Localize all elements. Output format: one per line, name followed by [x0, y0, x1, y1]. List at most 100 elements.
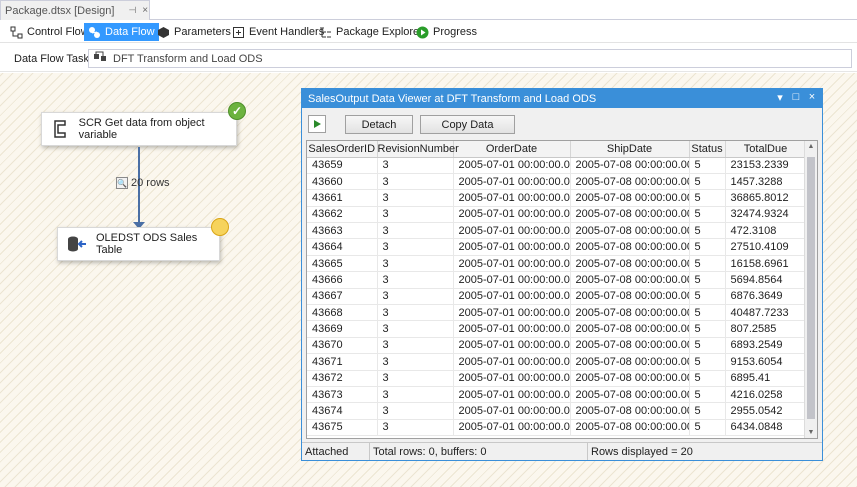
table-cell[interactable]: 2005-07-01 00:00:00.000 [453, 419, 571, 437]
table-cell[interactable]: 3 [377, 173, 454, 191]
data-grid[interactable]: SalesOrderID RevisionNumber OrderDate Sh… [306, 140, 818, 439]
table-cell[interactable]: 43668 [307, 304, 378, 322]
table-cell[interactable]: 5 [689, 288, 726, 306]
table-cell[interactable]: 2005-07-08 00:00:00.000 [570, 353, 690, 371]
table-cell[interactable]: 2005-07-08 00:00:00.000 [570, 419, 690, 437]
table-row[interactable]: 43671 3 2005-07-01 00:00:00.000 2005-07-08 … [307, 353, 807, 371]
table-cell[interactable]: 2005-07-08 00:00:00.000 [570, 386, 690, 404]
table-cell[interactable]: 3 [377, 353, 454, 371]
table-cell[interactable]: 2005-07-08 00:00:00.000 [570, 304, 690, 322]
table-cell[interactable]: 5 [689, 238, 726, 256]
document-tab[interactable]: Package.dtsx [Design] ⊣ × [0, 0, 150, 20]
table-cell[interactable]: 2005-07-08 00:00:00.000 [570, 320, 690, 338]
table-cell[interactable]: 2005-07-01 00:00:00.000 [453, 173, 571, 191]
table-row[interactable]: 43659 3 2005-07-01 00:00:00.000 2005-07-08 … [307, 157, 807, 174]
table-cell[interactable]: 2005-07-01 00:00:00.000 [453, 353, 571, 371]
table-cell[interactable]: 43662 [307, 206, 378, 224]
destination-component[interactable]: OLEDST ODS Sales Table [57, 227, 220, 261]
table-cell[interactable]: 43663 [307, 222, 378, 240]
table-cell[interactable]: 43665 [307, 255, 378, 273]
table-cell[interactable]: 43661 [307, 189, 378, 207]
table-cell[interactable]: 5 [689, 157, 726, 174]
table-cell[interactable]: 43674 [307, 402, 378, 420]
table-cell[interactable]: 43675 [307, 419, 378, 437]
table-cell[interactable]: 2005-07-01 00:00:00.000 [453, 320, 571, 338]
table-cell[interactable]: 5 [689, 370, 726, 387]
table-cell[interactable]: 43670 [307, 337, 378, 355]
table-cell[interactable]: 2005-07-08 00:00:00.000 [570, 238, 690, 256]
table-cell[interactable]: 6893.2549 [725, 337, 807, 355]
table-cell[interactable]: 2005-07-01 00:00:00.000 [453, 370, 571, 387]
table-cell[interactable]: 807.2585 [725, 320, 807, 338]
table-cell[interactable]: 43666 [307, 271, 378, 289]
column-header[interactable]: RevisionNumber [377, 141, 459, 158]
table-row[interactable]: 43673 3 2005-07-01 00:00:00.000 2005-07-08 … [307, 386, 807, 404]
maximize-icon[interactable]: □ [790, 91, 802, 104]
table-cell[interactable]: 32474.9324 [725, 206, 807, 224]
table-row[interactable]: 43672 3 2005-07-01 00:00:00.000 2005-07-08 … [307, 370, 807, 387]
scroll-thumb[interactable] [807, 157, 815, 419]
table-cell[interactable]: 2005-07-01 00:00:00.000 [453, 288, 571, 306]
tab-control-flow[interactable]: Control Flow [6, 23, 93, 41]
table-cell[interactable]: 6895.41 [725, 370, 807, 387]
table-cell[interactable]: 5 [689, 402, 726, 420]
table-cell[interactable]: 5 [689, 173, 726, 191]
table-cell[interactable]: 3 [377, 419, 454, 437]
table-cell[interactable]: 23153.2339 [725, 157, 807, 174]
table-cell[interactable]: 5 [689, 222, 726, 240]
column-header[interactable]: OrderDate [453, 141, 571, 158]
table-cell[interactable]: 2005-07-01 00:00:00.000 [453, 222, 571, 240]
table-cell[interactable]: 2005-07-08 00:00:00.000 [570, 173, 690, 191]
table-row[interactable]: 43663 3 2005-07-01 00:00:00.000 2005-07-08 … [307, 222, 807, 240]
table-cell[interactable]: 43660 [307, 173, 378, 191]
table-cell[interactable]: 2005-07-08 00:00:00.000 [570, 337, 690, 355]
table-cell[interactable]: 43671 [307, 353, 378, 371]
table-cell[interactable]: 5 [689, 353, 726, 371]
column-header[interactable]: ShipDate [570, 141, 690, 158]
table-cell[interactable]: 3 [377, 189, 454, 207]
table-cell[interactable]: 2955.0542 [725, 402, 807, 420]
source-component[interactable]: SCR Get data from object variable [41, 112, 237, 146]
table-cell[interactable]: 9153.6054 [725, 353, 807, 371]
table-cell[interactable]: 2005-07-01 00:00:00.000 [453, 386, 571, 404]
table-cell[interactable]: 43672 [307, 370, 378, 387]
table-cell[interactable]: 2005-07-01 00:00:00.000 [453, 157, 571, 174]
table-cell[interactable]: 3 [377, 238, 454, 256]
table-cell[interactable]: 1457.3288 [725, 173, 807, 191]
table-cell[interactable]: 2005-07-01 00:00:00.000 [453, 271, 571, 289]
data-flow-task-select[interactable]: DFT Transform and Load ODS [88, 49, 852, 68]
table-cell[interactable]: 3 [377, 386, 454, 404]
table-cell[interactable]: 2005-07-08 00:00:00.000 [570, 189, 690, 207]
table-cell[interactable]: 2005-07-08 00:00:00.000 [570, 288, 690, 306]
table-cell[interactable]: 6434.0848 [725, 419, 807, 437]
table-row[interactable]: 43660 3 2005-07-01 00:00:00.000 2005-07-08 … [307, 173, 807, 191]
table-cell[interactable]: 2005-07-01 00:00:00.000 [453, 238, 571, 256]
table-cell[interactable]: 5 [689, 206, 726, 224]
tab-data-flow[interactable]: Data Flow [84, 23, 159, 41]
table-row[interactable]: 43667 3 2005-07-01 00:00:00.000 2005-07-08 … [307, 288, 807, 306]
column-header[interactable]: Status [689, 141, 726, 158]
table-cell[interactable]: 5 [689, 255, 726, 273]
table-cell[interactable]: 2005-07-01 00:00:00.000 [453, 255, 571, 273]
table-cell[interactable]: 43659 [307, 157, 378, 174]
table-cell[interactable]: 40487.7233 [725, 304, 807, 322]
table-cell[interactable]: 2005-07-01 00:00:00.000 [453, 304, 571, 322]
table-cell[interactable]: 3 [377, 337, 454, 355]
table-cell[interactable]: 43667 [307, 288, 378, 306]
table-row[interactable]: 43665 3 2005-07-01 00:00:00.000 2005-07-08 … [307, 255, 807, 273]
pin-icon[interactable]: ⊣ [128, 5, 136, 16]
tab-progress[interactable]: Progress [412, 23, 481, 41]
table-cell[interactable]: 2005-07-08 00:00:00.000 [570, 255, 690, 273]
table-cell[interactable]: 2005-07-01 00:00:00.000 [453, 206, 571, 224]
close-icon[interactable]: × [142, 5, 148, 16]
table-cell[interactable]: 3 [377, 304, 454, 322]
table-cell[interactable]: 5 [689, 304, 726, 322]
table-cell[interactable]: 36865.8012 [725, 189, 807, 207]
table-cell[interactable]: 5 [689, 189, 726, 207]
table-row[interactable]: 43669 3 2005-07-01 00:00:00.000 2005-07-08 … [307, 320, 807, 338]
table-cell[interactable]: 5 [689, 419, 726, 437]
table-row[interactable]: 43668 3 2005-07-01 00:00:00.000 2005-07-08 … [307, 304, 807, 322]
table-cell[interactable]: 2005-07-08 00:00:00.000 [570, 157, 690, 174]
continue-button[interactable] [308, 115, 326, 133]
table-cell[interactable]: 16158.6961 [725, 255, 807, 273]
